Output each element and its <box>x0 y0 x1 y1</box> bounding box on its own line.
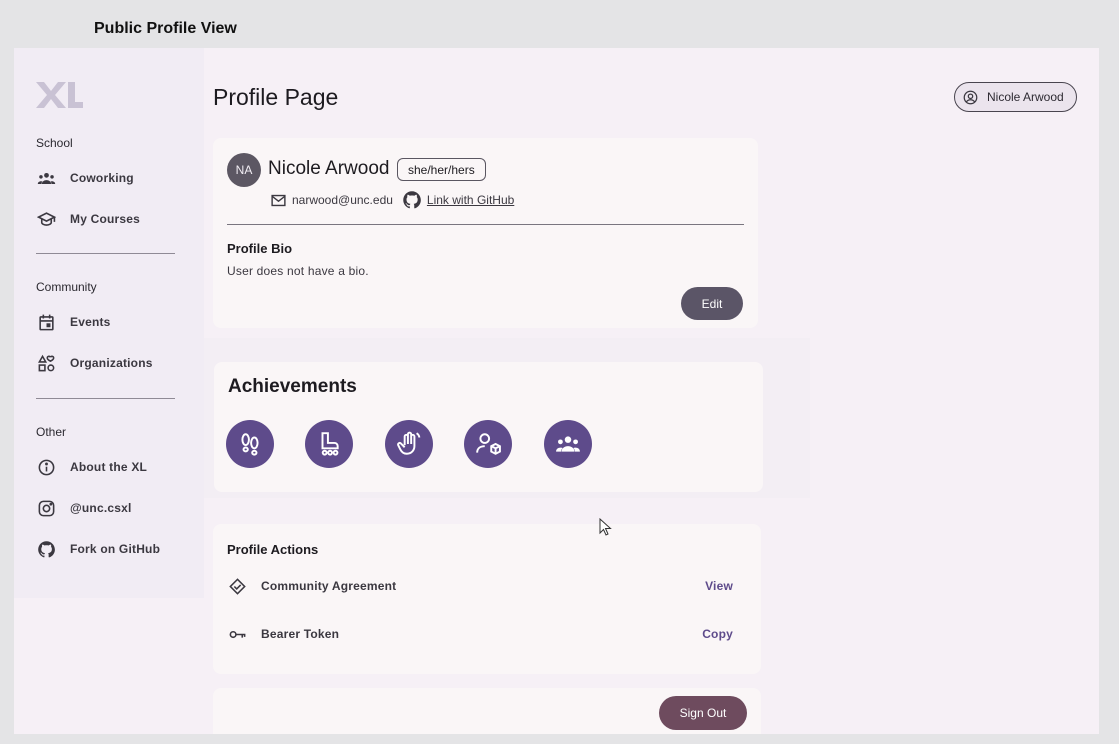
profile-email: narwood@unc.edu <box>292 193 393 207</box>
sidebar-item-label: Organizations <box>70 356 153 370</box>
sidebar-item-organizations[interactable]: Organizations <box>36 353 153 373</box>
sidebar-item-coworking[interactable]: Coworking <box>36 168 134 188</box>
achievement-badge[interactable] <box>226 420 274 468</box>
person-box-icon <box>476 433 501 455</box>
xl-logo[interactable] <box>34 80 84 110</box>
github-link-container: Link with GitHub <box>402 190 514 210</box>
calendar-icon <box>36 312 56 332</box>
profile-actions-title: Profile Actions <box>227 542 319 557</box>
sign-out-card: Sign Out <box>213 688 761 734</box>
achievement-badge[interactable] <box>305 420 353 468</box>
github-icon <box>36 539 56 559</box>
action-row-bearer-token: Bearer Token Copy <box>227 624 747 644</box>
sidebar-item-instagram[interactable]: @unc.csxl <box>36 498 132 518</box>
action-row-community-agreement: Community Agreement View <box>227 576 747 596</box>
sidebar-item-label: My Courses <box>70 212 141 226</box>
school-icon <box>36 209 56 229</box>
edit-button[interactable]: Edit <box>681 287 743 320</box>
achievement-badge[interactable] <box>464 420 512 468</box>
action-label: Bearer Token <box>261 627 340 641</box>
sidebar-item-label: About the XL <box>70 460 148 474</box>
avatar: NA <box>227 153 261 187</box>
key-icon <box>227 624 247 644</box>
account-circle-icon <box>963 90 978 104</box>
sign-out-button[interactable]: Sign Out <box>659 696 747 730</box>
sidebar-item-events[interactable]: Events <box>36 312 111 332</box>
profile-actions-card: Profile Actions Community Agreement View… <box>213 524 761 674</box>
frame-label: Public Profile View <box>94 20 237 37</box>
sidebar-divider <box>36 253 175 254</box>
app-window: School Coworking My Courses Community Ev… <box>14 48 1099 734</box>
sidebar-section-community: Community <box>36 280 97 294</box>
category-icon <box>36 353 56 373</box>
user-chip-label: Nicole Arwood <box>987 90 1064 104</box>
sidebar-item-label: Coworking <box>70 171 134 185</box>
action-label: Community Agreement <box>261 579 397 593</box>
sidebar-item-label: Events <box>70 315 111 329</box>
mouse-cursor-icon <box>599 518 612 536</box>
handshake-icon <box>227 576 247 596</box>
achievement-badge[interactable] <box>385 420 433 468</box>
user-profile-chip[interactable]: Nicole Arwood <box>954 82 1077 112</box>
sidebar-item-label: Fork on GitHub <box>70 542 161 556</box>
achievements-title: Achievements <box>228 376 357 397</box>
sidebar-section-other: Other <box>36 425 67 439</box>
group-icon <box>36 168 56 188</box>
sidebar-item-github[interactable]: Fork on GitHub <box>36 539 160 559</box>
sidebar-divider <box>36 398 175 399</box>
sidebar-item-label: @unc.csxl <box>70 501 132 515</box>
bio-title: Profile Bio <box>227 241 293 256</box>
footprints-icon <box>241 433 259 456</box>
waving-hand-icon <box>397 431 421 455</box>
info-icon <box>36 457 56 477</box>
copy-link[interactable]: Copy <box>702 627 733 641</box>
instagram-icon <box>36 498 56 518</box>
github-icon <box>403 191 421 209</box>
pronouns-badge: she/her/hers <box>397 158 486 181</box>
sidebar-item-my-courses[interactable]: My Courses <box>36 209 140 229</box>
achievements-card: Achievements <box>214 362 763 492</box>
bio-text: User does not have a bio. <box>227 264 369 278</box>
sidebar-section-school: School <box>36 136 73 150</box>
group-icon <box>556 436 580 452</box>
mail-icon <box>271 194 286 206</box>
achievement-badge[interactable] <box>544 420 592 468</box>
roller-skate-icon <box>321 432 339 456</box>
page-title: Profile Page <box>213 84 339 110</box>
link-with-github[interactable]: Link with GitHub <box>427 193 514 207</box>
contact-row: narwood@unc.edu Link with GitHub <box>270 190 514 210</box>
profile-name: Nicole Arwood <box>268 158 390 179</box>
profile-divider <box>227 224 744 225</box>
sidebar-item-about[interactable]: About the XL <box>36 457 147 477</box>
view-link[interactable]: View <box>705 579 733 593</box>
profile-card: NA Nicole Arwood she/her/hers narwood@un… <box>213 138 758 328</box>
